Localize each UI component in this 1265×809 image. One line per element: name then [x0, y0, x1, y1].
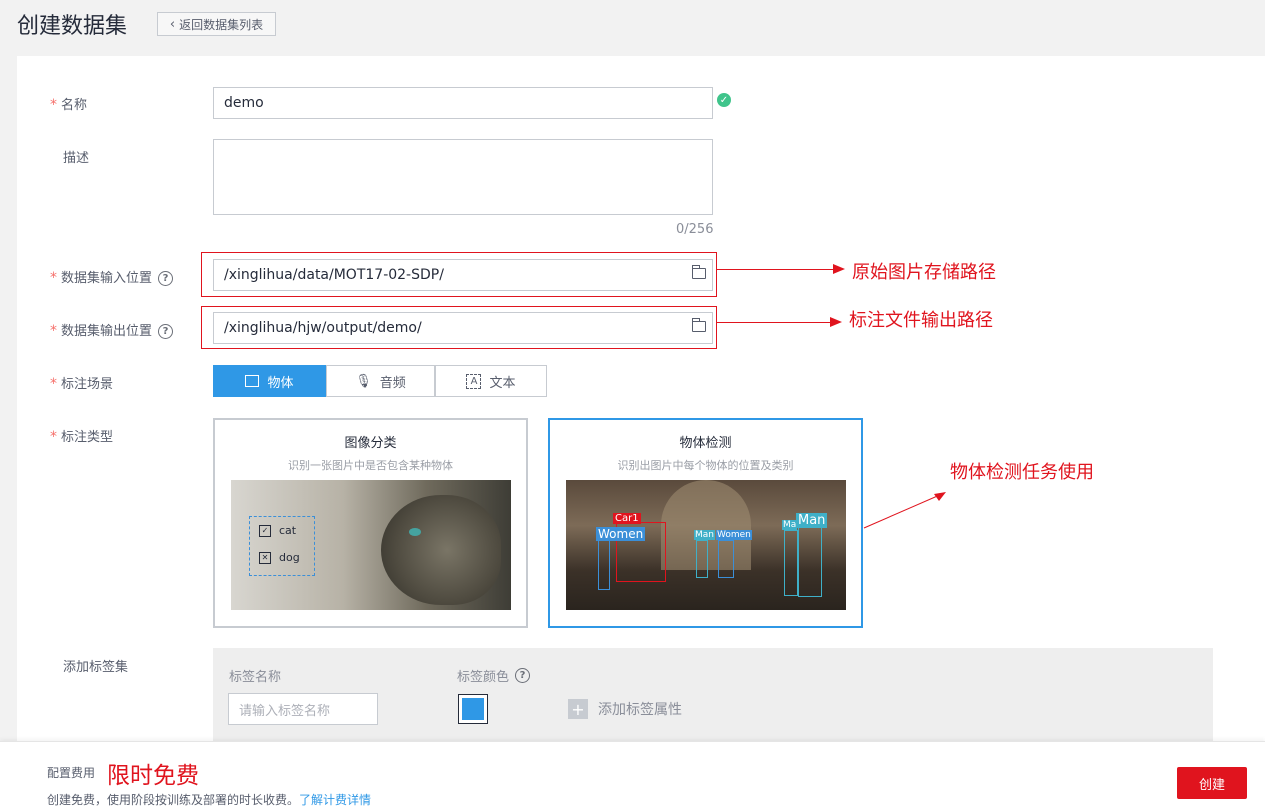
annotation-arrow-head: [833, 264, 845, 274]
card-title: 物体检测: [679, 436, 732, 451]
annotation-arrow-line: [717, 269, 835, 270]
cat-image: ✓ cat ✕ dog: [231, 480, 511, 610]
tag-color-picker[interactable]: [458, 694, 488, 724]
street-image: Car1 Women Man Women Ma Man: [566, 480, 846, 610]
description-label: 描述: [63, 151, 90, 166]
back-button-label: 返回数据集列表: [179, 17, 264, 32]
description-textarea[interactable]: [213, 139, 713, 215]
annotation-task-type: 物体检测任务使用: [950, 462, 1094, 483]
microphone-icon: 🎙: [355, 373, 372, 389]
annotation-arrow-line: [717, 322, 833, 323]
add-tag-attribute-button[interactable]: + 添加标签属性: [568, 699, 682, 719]
page-title: 创建数据集: [17, 14, 128, 39]
card-title: 图像分类: [344, 436, 397, 451]
cost-label: 配置费用: [47, 766, 96, 780]
image-icon: [245, 375, 260, 387]
card-image-classification[interactable]: 图像分类 识别一张图片中是否包含某种物体 ✓ cat ✕ dog: [213, 418, 528, 628]
tag-name-label: 标签名称: [229, 670, 282, 685]
checkbox-checked-icon: ✓: [259, 524, 271, 537]
create-button[interactable]: 创建: [1177, 767, 1247, 799]
tag-color-label: 标签颜色?: [457, 666, 531, 685]
name-input[interactable]: demo: [213, 87, 713, 119]
cost-note: 创建免费，使用阶段按训练及部署的时长收费。了解计费详情: [47, 793, 372, 807]
help-icon[interactable]: ?: [158, 324, 174, 339]
description-counter: 0/256: [676, 222, 714, 237]
annotation-arrow-head: [830, 317, 842, 327]
check-circle-icon: ✓: [717, 93, 731, 107]
tagset-label: 添加标签集: [63, 660, 129, 675]
annotation-output-path: 标注文件输出路径: [849, 310, 993, 331]
card-object-detection[interactable]: 物体检测 识别出图片中每个物体的位置及类别 Car1 Women Man Wom…: [548, 418, 863, 628]
chevron-left-icon: ‹: [169, 16, 176, 32]
scene-selector: 物体 🎙 音频 A 文本: [213, 365, 547, 397]
cost-value: 限时免费: [107, 763, 199, 789]
back-to-list-button[interactable]: ‹ 返回数据集列表: [157, 12, 276, 36]
scene-label: * 标注场景: [50, 376, 114, 392]
plus-icon: +: [568, 699, 588, 719]
scene-option-text[interactable]: A 文本: [435, 365, 547, 397]
checkbox-crossed-icon: ✕: [259, 551, 271, 564]
output-path-label: * 数据集输出位置?: [50, 320, 174, 339]
output-path-field[interactable]: /xinglihua/hjw/output/demo/: [213, 312, 713, 344]
scene-option-audio[interactable]: 🎙 音频: [326, 365, 435, 397]
annotation-arrow: [863, 492, 946, 529]
pricing-details-link[interactable]: 了解计费详情: [299, 793, 371, 807]
footer-bar: 配置费用 限时免费 创建免费，使用阶段按训练及部署的时长收费。了解计费详情 创建: [0, 741, 1265, 809]
tag-name-input[interactable]: 请输入标签名称: [228, 693, 378, 725]
card-subtitle: 识别一张图片中是否包含某种物体: [288, 459, 453, 472]
card-subtitle: 识别出图片中每个物体的位置及类别: [617, 459, 794, 472]
text-icon: A: [466, 373, 482, 389]
type-label: * 标注类型: [50, 429, 114, 445]
folder-icon[interactable]: [691, 265, 706, 279]
folder-icon[interactable]: [691, 318, 706, 332]
help-icon[interactable]: ?: [515, 668, 531, 683]
name-label: * 名称: [50, 97, 88, 113]
input-path-label: * 数据集输入位置?: [50, 267, 174, 286]
scene-option-object[interactable]: 物体: [213, 365, 326, 397]
help-icon[interactable]: ?: [158, 271, 174, 286]
input-path-field[interactable]: /xinglihua/data/MOT17-02-SDP/: [213, 259, 713, 291]
annotation-input-path: 原始图片存储路径: [852, 262, 996, 283]
